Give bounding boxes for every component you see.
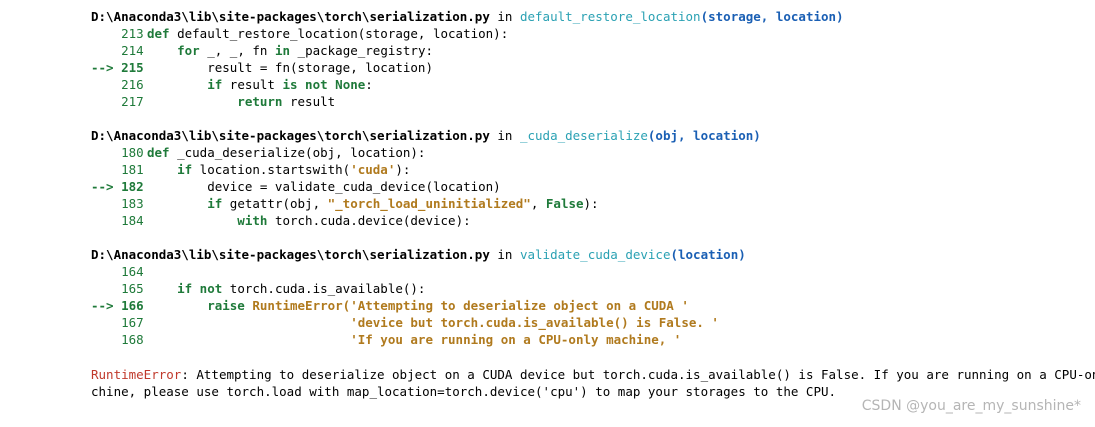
code-token: "_torch_load_uninitialized"	[327, 196, 531, 211]
line-number: 217	[91, 94, 144, 109]
code-token: result	[282, 94, 336, 109]
line-number: 165	[91, 281, 144, 296]
code-token: for	[147, 43, 200, 58]
code-token: result = fn(storage, location)	[147, 60, 433, 75]
code-token: torch.cuda.is_available():	[222, 281, 426, 296]
code-line: 183 if getattr(obj, "_torch_load_uniniti…	[91, 195, 844, 212]
file-path: D:\Anaconda3\lib\site-packages\torch\ser…	[91, 128, 490, 143]
line-number: 184	[91, 213, 144, 228]
code-line: 180 def _cuda_deserialize(obj, location):	[91, 144, 844, 161]
function-name: default_restore_location	[519, 9, 701, 24]
in-word: in	[489, 128, 520, 143]
code-token: in	[274, 43, 291, 58]
error-message: RuntimeError: Attempting to deserialize …	[91, 366, 1095, 400]
code-token: def	[147, 26, 170, 41]
line-number: 181	[91, 162, 144, 177]
code-token: return	[147, 94, 283, 109]
code-token: device = validate_cuda_device(location)	[147, 179, 501, 194]
code-token: if	[147, 196, 223, 211]
line-number: 180	[91, 145, 144, 160]
current-code-line: --> 182 device = validate_cuda_device(lo…	[91, 178, 844, 195]
in-word: in	[489, 9, 520, 24]
frame-header: D:\Anaconda3\lib\site-packages\torch\ser…	[91, 127, 844, 144]
code-token: torch.cuda.device(device):	[267, 213, 471, 228]
line-number: 214	[91, 43, 144, 58]
line-number: 164	[91, 264, 144, 279]
code-token: if	[147, 162, 193, 177]
code-token: location.startswith(	[192, 162, 351, 177]
code-token: _, _, fn	[199, 43, 275, 58]
current-code-line: --> 166 raise RuntimeError('Attempting t…	[91, 297, 844, 314]
code-token: if not	[147, 281, 223, 296]
code-line: 214 for _, _, fn in _package_registry:	[91, 42, 844, 59]
error-line-1: RuntimeError: Attempting to deserialize …	[91, 366, 1095, 383]
code-token: def	[147, 145, 170, 160]
frame-header: D:\Anaconda3\lib\site-packages\torch\ser…	[91, 246, 844, 263]
line-number: 183	[91, 196, 144, 211]
function-args: (location)	[670, 247, 746, 262]
code-line: 181 if location.startswith('cuda'):	[91, 161, 844, 178]
code-token: 'device but torch.cuda.is_available() is…	[147, 315, 719, 330]
code-token: 'If you are running on a CPU-only machin…	[147, 332, 682, 347]
code-line: 184 with torch.cuda.device(device):	[91, 212, 844, 229]
code-token: ):	[395, 162, 411, 177]
error-type: RuntimeError	[91, 367, 182, 382]
file-path: D:\Anaconda3\lib\site-packages\torch\ser…	[91, 247, 490, 262]
code-line: 217 return result	[91, 93, 844, 110]
line-number: --> 182	[91, 179, 144, 194]
line-number: 167	[91, 315, 144, 330]
line-number: 216	[91, 77, 144, 92]
code-token: getattr(obj,	[222, 196, 328, 211]
code-line: 165 if not torch.cuda.is_available():	[91, 280, 844, 297]
function-name: validate_cuda_device	[519, 247, 671, 262]
code-line: 164	[91, 263, 844, 280]
function-args: (storage, location)	[700, 9, 844, 24]
code-line: 168 'If you are running on a CPU-only ma…	[91, 331, 844, 348]
code-token: raise	[147, 298, 245, 313]
code-token: 'Attempting to deserialize object on a C…	[350, 298, 689, 313]
code-token: default_restore_location(storage, locati…	[169, 26, 509, 41]
in-word: in	[489, 247, 520, 262]
current-code-line: --> 215 result = fn(storage, location)	[91, 59, 844, 76]
line-number: --> 215	[91, 60, 144, 75]
function-args: (obj, location)	[647, 128, 761, 143]
code-token: with	[147, 213, 268, 228]
function-name: _cuda_deserialize	[519, 128, 648, 143]
code-token: _package_registry:	[290, 43, 434, 58]
code-line: 213 def default_restore_location(storage,…	[91, 25, 844, 42]
line-number: 168	[91, 332, 144, 347]
traceback-frame: D:\Anaconda3\lib\site-packages\torch\ser…	[91, 127, 844, 229]
code-token: result	[222, 77, 283, 92]
line-number: --> 166	[91, 298, 144, 313]
code-token: :	[365, 77, 373, 92]
file-path: D:\Anaconda3\lib\site-packages\torch\ser…	[91, 9, 490, 24]
code-token: if	[147, 77, 223, 92]
watermark: CSDN @you_are_my_sunshine*	[861, 398, 1081, 414]
code-token: 'cuda'	[350, 162, 396, 177]
traceback: D:\Anaconda3\lib\site-packages\torch\ser…	[91, 8, 844, 365]
code-token: False	[545, 196, 584, 211]
code-token: ):	[583, 196, 599, 211]
traceback-frame: D:\Anaconda3\lib\site-packages\torch\ser…	[91, 8, 844, 110]
code-token: _cuda_deserialize(obj, location):	[169, 145, 426, 160]
frame-header: D:\Anaconda3\lib\site-packages\torch\ser…	[91, 8, 844, 25]
code-line: 167 'device but torch.cuda.is_available(…	[91, 314, 844, 331]
code-token: is not None	[282, 77, 366, 92]
error-text-1: : Attempting to deserialize object on a …	[181, 367, 1095, 382]
line-number: 213	[91, 26, 144, 41]
code-line: 216 if result is not None:	[91, 76, 844, 93]
code-token: ,	[530, 196, 546, 211]
traceback-frame: D:\Anaconda3\lib\site-packages\torch\ser…	[91, 246, 844, 348]
code-token: RuntimeError(	[244, 298, 351, 313]
